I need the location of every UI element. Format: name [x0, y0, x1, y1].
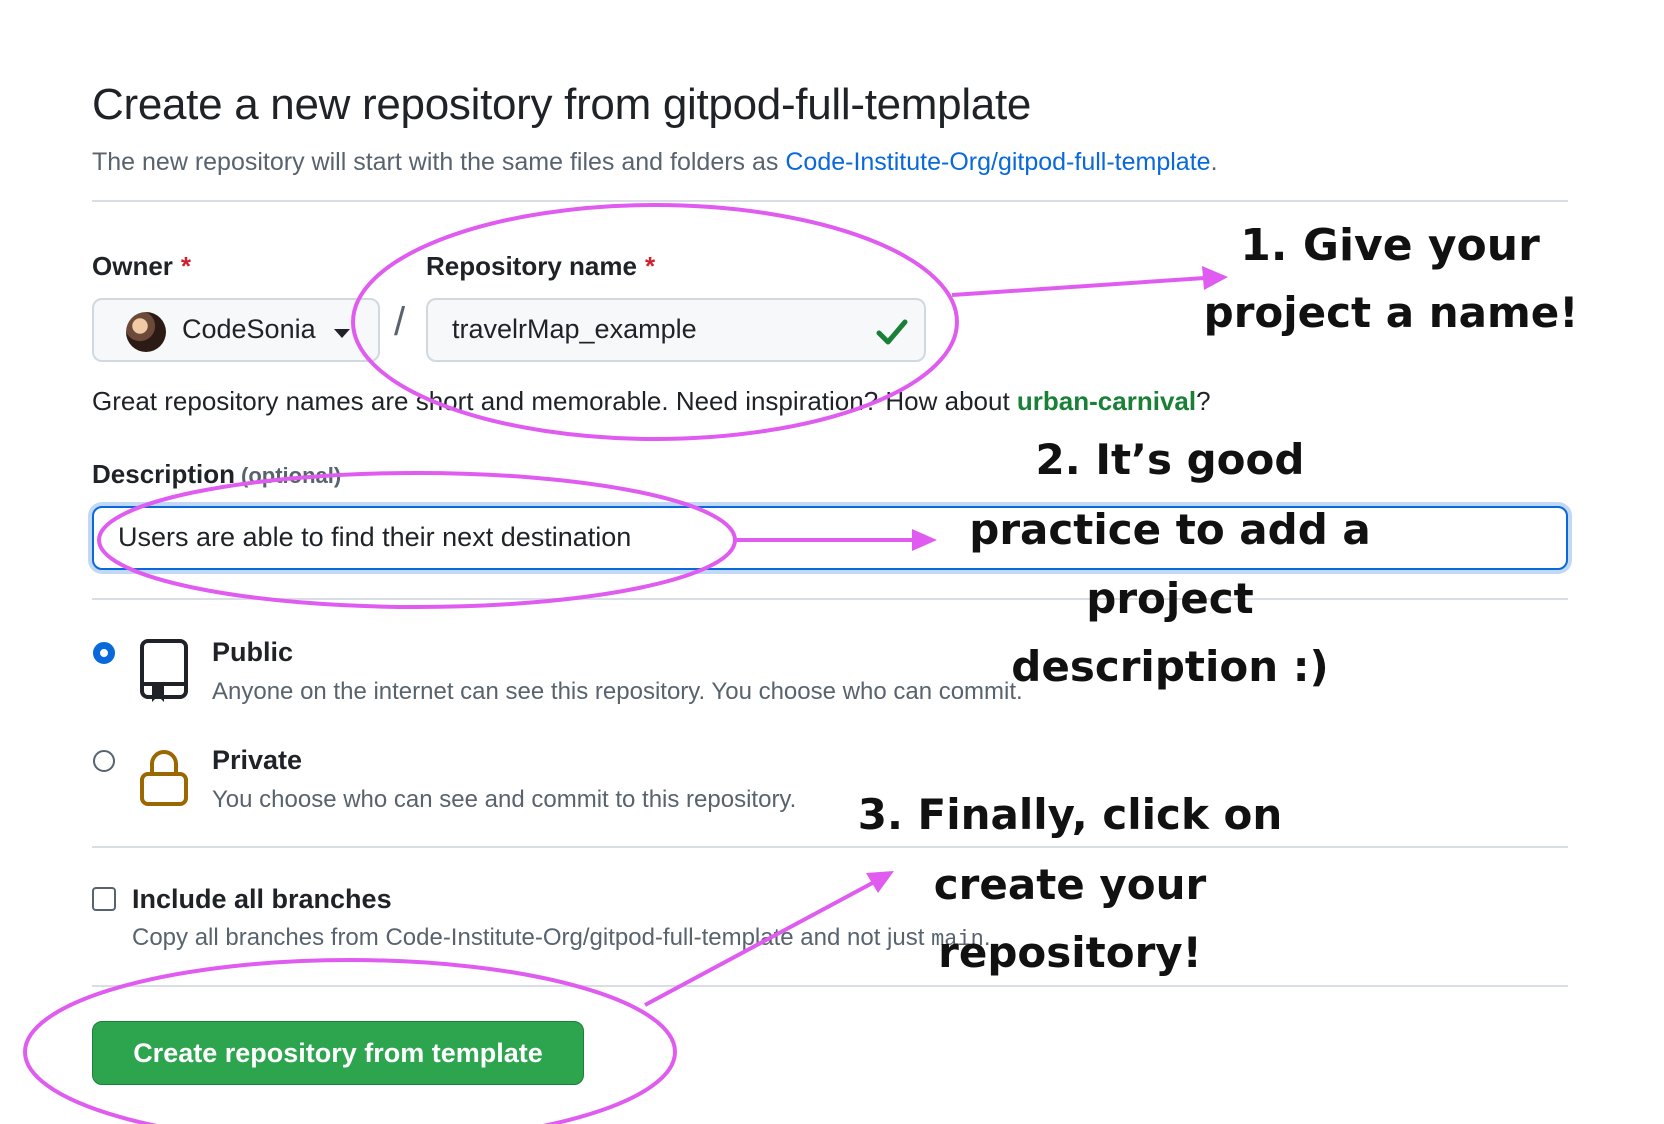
- repository-required-mark: *: [644, 251, 656, 281]
- create-repository-button[interactable]: Create repository from template: [92, 1021, 584, 1085]
- template-link[interactable]: Code-Institute-Org/gitpod-full-template: [785, 148, 1210, 176]
- hint-text: Great repository names are short and mem…: [92, 386, 1017, 416]
- visibility-divider: [92, 846, 1568, 848]
- lock-icon: [140, 750, 188, 806]
- avatar: [126, 312, 166, 352]
- annotation-step1-line1: 1. Give your: [1240, 220, 1540, 271]
- repository-name-label: Repository name *: [426, 251, 655, 282]
- private-description: You choose who can see and commit to thi…: [212, 786, 797, 813]
- repository-name-hint: Great repository names are short and mem…: [92, 386, 1211, 417]
- owner-label: Owner *: [92, 251, 191, 282]
- private-radio[interactable]: [93, 750, 115, 772]
- public-title: Public: [212, 637, 294, 667]
- annotation-step3-line1: 3. Finally, click on: [857, 790, 1283, 839]
- private-title: Private: [212, 745, 303, 775]
- annotation-step3-line2: create your: [933, 860, 1207, 909]
- annotation-arrow-1: [951, 276, 1206, 297]
- annotation-step2-line4: description :): [1011, 642, 1329, 691]
- repository-name-input[interactable]: travelrMap_example: [426, 298, 926, 362]
- repo-book-icon: [140, 639, 188, 702]
- include-branches-checkbox[interactable]: [92, 887, 116, 911]
- description-optional-text: (optional): [241, 463, 342, 488]
- name-suggestion-link[interactable]: urban-carnival: [1017, 386, 1196, 416]
- page-title: Create a new repository from gitpod-full…: [92, 80, 1032, 129]
- description-label-text: Description: [92, 459, 236, 489]
- page-subtitle: The new repository will start with the s…: [92, 148, 1218, 177]
- public-radio[interactable]: [93, 642, 115, 664]
- description-label: Description (optional): [92, 459, 341, 490]
- header-divider: [92, 200, 1568, 202]
- annotation-step2-line2: practice to add a: [969, 505, 1371, 554]
- check-icon: [876, 319, 908, 345]
- include-branches-label[interactable]: Include all branches: [132, 884, 392, 915]
- description-value[interactable]: Users are able to find their next destin…: [118, 522, 631, 553]
- repository-name-label-text: Repository name: [426, 251, 637, 281]
- branches-description-text: Copy all branches from Code-Institute-Or…: [132, 924, 932, 951]
- owner-required-mark: *: [180, 251, 192, 281]
- public-description: Anyone on the internet can see this repo…: [212, 678, 1023, 705]
- repository-name-value[interactable]: travelrMap_example: [452, 314, 697, 345]
- owner-name: CodeSonia: [182, 314, 316, 344]
- branches-divider: [92, 985, 1568, 987]
- hint-suffix: ?: [1196, 386, 1211, 416]
- owner-select[interactable]: CodeSonia: [92, 298, 380, 362]
- annotation-step2-line3: project: [1086, 574, 1254, 623]
- owner-repo-separator: /: [394, 300, 406, 344]
- annotation-step3-line3: repository!: [938, 928, 1202, 977]
- chevron-down-icon: [334, 329, 350, 338]
- annotation-step2-line1: 2. It’s good: [1035, 435, 1305, 484]
- owner-label-text: Owner: [92, 251, 173, 281]
- subtitle-suffix: .: [1210, 148, 1218, 176]
- subtitle-text: The new repository will start with the s…: [92, 148, 786, 176]
- annotation-step1-line2: project a name!: [1203, 288, 1579, 337]
